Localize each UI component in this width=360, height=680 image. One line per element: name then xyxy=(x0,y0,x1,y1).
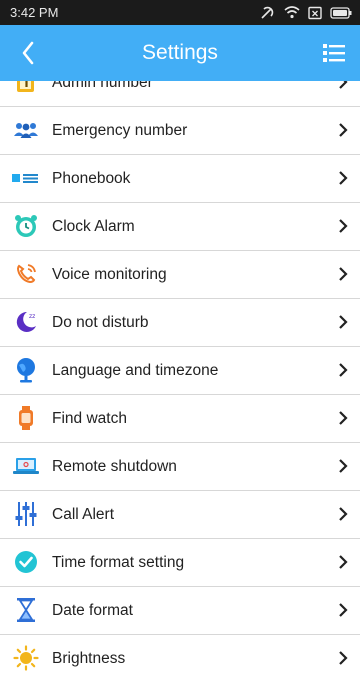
settings-item-label: Language and timezone xyxy=(52,362,219,379)
page-title: Settings xyxy=(142,41,218,64)
chevron-right-icon xyxy=(339,555,348,569)
chevron-right-icon xyxy=(339,507,348,521)
settings-item-label: Clock Alarm xyxy=(52,218,135,235)
settings-item-label: Date format xyxy=(52,602,133,619)
settings-item-emergency-number[interactable]: Emergency number xyxy=(0,107,360,155)
list-menu-icon xyxy=(323,44,345,62)
settings-item-time-format[interactable]: Time format setting xyxy=(0,539,360,587)
settings-item-label: Time format setting xyxy=(52,554,185,571)
globe-icon xyxy=(12,356,40,384)
settings-item-label: Emergency number xyxy=(52,122,188,139)
settings-item-phonebook[interactable]: Phonebook xyxy=(0,155,360,203)
settings-item-label: Admin number xyxy=(52,81,153,91)
settings-item-remote-shutdown[interactable]: Remote shutdown xyxy=(0,443,360,491)
alarm-clock-icon xyxy=(12,212,40,240)
moon-icon: zz xyxy=(12,308,40,336)
settings-item-label: Call Alert xyxy=(52,506,115,523)
phonebook-icon xyxy=(12,164,40,192)
settings-item-brightness[interactable]: Brightness xyxy=(0,635,360,680)
chevron-right-icon xyxy=(339,315,348,329)
phone-ring-icon xyxy=(12,260,40,288)
hourglass-icon xyxy=(12,596,40,624)
settings-item-voice-monitoring[interactable]: Voice monitoring xyxy=(0,251,360,299)
sim-off-icon xyxy=(308,6,322,19)
settings-item-label: Voice monitoring xyxy=(52,266,167,283)
settings-item-admin-number[interactable]: Admin number xyxy=(0,81,360,107)
settings-item-label: Do not disturb xyxy=(52,314,149,331)
settings-item-do-not-disturb[interactable]: zz Do not disturb xyxy=(0,299,360,347)
settings-item-label: Brightness xyxy=(52,650,126,667)
chevron-right-icon xyxy=(339,123,348,137)
laptop-icon xyxy=(12,452,40,480)
status-icons xyxy=(260,6,352,20)
chevron-right-icon xyxy=(339,363,348,377)
watch-icon xyxy=(12,404,40,432)
settings-item-call-alert[interactable]: Call Alert xyxy=(0,491,360,539)
settings-item-clock-alarm[interactable]: Clock Alarm xyxy=(0,203,360,251)
chevron-right-icon xyxy=(339,267,348,281)
svg-text:zz: zz xyxy=(29,313,35,320)
sliders-icon xyxy=(12,500,40,528)
chevron-right-icon xyxy=(339,411,348,425)
settings-item-date-format[interactable]: Date format xyxy=(0,587,360,635)
chevron-right-icon xyxy=(339,651,348,665)
settings-item-label: Remote shutdown xyxy=(52,458,177,475)
back-button[interactable] xyxy=(12,37,44,69)
settings-item-find-watch[interactable]: Find watch xyxy=(0,395,360,443)
chevron-right-icon xyxy=(339,171,348,185)
battery-icon xyxy=(330,6,352,19)
menu-button[interactable] xyxy=(318,37,350,69)
chevron-right-icon xyxy=(339,603,348,617)
chevron-right-icon xyxy=(339,81,348,89)
sun-icon xyxy=(12,644,40,672)
people-group-icon xyxy=(12,116,40,144)
status-bar: 3:42 PM xyxy=(0,0,360,25)
settings-item-language-timezone[interactable]: Language and timezone xyxy=(0,347,360,395)
status-time: 3:42 PM xyxy=(10,5,59,20)
chevron-right-icon xyxy=(339,219,348,233)
settings-list: Admin number Emergency number Phonebook … xyxy=(0,81,360,680)
clock-check-icon xyxy=(12,548,40,576)
chevron-right-icon xyxy=(339,459,348,473)
app-bar: Settings xyxy=(0,25,360,81)
chevron-left-icon xyxy=(22,41,34,65)
wifi-icon xyxy=(284,6,300,19)
alarm-icon xyxy=(261,6,274,19)
settings-item-label: Phonebook xyxy=(52,170,131,187)
number-one-icon xyxy=(12,81,40,96)
settings-item-label: Find watch xyxy=(52,410,127,427)
